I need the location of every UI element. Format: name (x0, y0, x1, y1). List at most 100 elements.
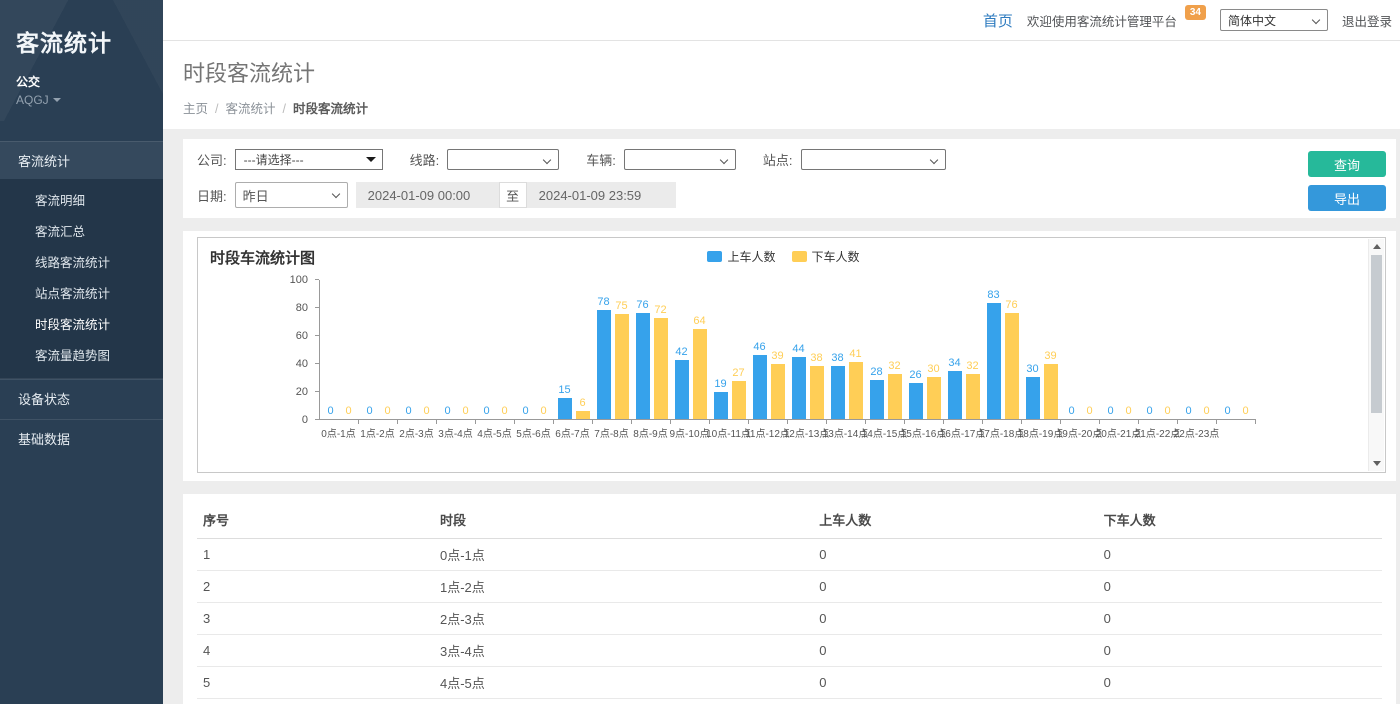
bar (792, 357, 806, 419)
bar (636, 313, 650, 419)
table-header-row: 序号时段上车人数下车人数 (197, 502, 1382, 539)
notification-badge[interactable]: 34 (1185, 5, 1206, 20)
filter-row-date: 日期: 昨日 2024-01-09 00:00 至 2024-01-09 23:… (197, 182, 1382, 208)
breadcrumb-home[interactable]: 主页 (183, 102, 208, 116)
table-header-0: 序号 (197, 502, 434, 539)
sidebar-section-passenger-stats[interactable]: 客流统计 (0, 141, 163, 179)
date-to-separator: 至 (499, 182, 527, 208)
bar-group-17: 8376 (983, 280, 1022, 419)
language-select[interactable]: 简体中文 (1220, 9, 1328, 31)
bar-group-1: 00 (359, 280, 398, 419)
station-select[interactable] (801, 149, 946, 170)
query-button[interactable]: 查询 (1308, 151, 1386, 177)
chevron-down-icon (331, 190, 339, 198)
filter-panel: 公司: ---请选择--- 线路: 车辆: (183, 139, 1396, 218)
user-menu[interactable]: AQGJ (16, 93, 147, 107)
chevron-down-icon (543, 155, 551, 163)
chart-box: 时段车流统计图 上车人数 下车人数 020406080100 (197, 237, 1386, 473)
bar-group-3: 00 (437, 280, 476, 419)
sidebar-subitem-4[interactable]: 时段客流统计 (0, 308, 163, 339)
date-range-select[interactable]: 昨日 (235, 182, 348, 208)
bar (831, 366, 845, 419)
chart-panel: 时段车流统计图 上车人数 下车人数 020406080100 (183, 231, 1396, 481)
sidebar: 客流统计 公交 AQGJ 客流统计 客流明细客流汇总线路客流统计站点客流统计时段… (0, 0, 163, 704)
logout-link[interactable]: 退出登录 (1342, 11, 1392, 30)
bar (732, 381, 746, 419)
data-table: 序号时段上车人数下车人数 10点-1点0021点-2点0032点-3点0043点… (197, 502, 1382, 704)
bar (870, 380, 884, 419)
chevron-down-icon (720, 155, 728, 163)
table-row: 21点-2点00 (197, 571, 1382, 603)
bar-group-4: 00 (476, 280, 515, 419)
bar (654, 318, 668, 419)
export-button[interactable]: 导出 (1308, 185, 1386, 211)
bar (597, 310, 611, 419)
bar (909, 383, 923, 419)
vehicle-select[interactable] (624, 149, 736, 170)
legend-swatch-blue (707, 251, 722, 262)
home-link[interactable]: 首页 (983, 10, 1013, 31)
scrollbar-down-arrow-icon[interactable] (1369, 456, 1384, 471)
company-select[interactable]: ---请选择--- (235, 149, 383, 170)
sidebar-section-device-status[interactable]: 设备状态 (0, 379, 163, 417)
table-header-1: 时段 (434, 502, 813, 539)
bar (615, 314, 629, 419)
user-name: AQGJ (16, 93, 49, 107)
company-select-value: ---请选择--- (244, 151, 304, 168)
data-table-panel: 序号时段上车人数下车人数 10点-1点0021点-2点0032点-3点0043点… (183, 494, 1396, 704)
bar (987, 303, 1001, 419)
bar-group-18: 3039 (1022, 280, 1061, 419)
sidebar-subitem-1[interactable]: 客流汇总 (0, 215, 163, 246)
chevron-down-icon (929, 155, 937, 163)
bar-group-21: 00 (1139, 280, 1178, 419)
legend-swatch-yellow (792, 251, 807, 262)
chart-x-axis: 0点-1点1点-2点2点-3点3点-4点4点-5点5点-6点6点-7点7点-8点… (319, 425, 1256, 440)
bar (693, 329, 707, 419)
chart-legend: 上车人数 下车人数 (198, 248, 1369, 265)
sidebar-subitem-2[interactable]: 线路客流统计 (0, 246, 163, 277)
line-select[interactable] (447, 149, 559, 170)
chart-bars: 0000000000001567875767242641927463944383… (319, 280, 1256, 420)
company-label: 公司: (197, 150, 227, 169)
language-select-value: 简体中文 (1228, 12, 1276, 29)
page-title: 时段客流统计 (183, 56, 1380, 88)
bar-group-12: 4438 (788, 280, 827, 419)
table-row: 10点-1点00 (197, 539, 1382, 571)
bar-group-0: 00 (320, 280, 359, 419)
welcome-text: 欢迎使用客流统计管理平台 (1027, 11, 1177, 30)
scrollbar-up-arrow-icon[interactable] (1369, 239, 1384, 254)
sidebar-menu: 客流统计 客流明细客流汇总线路客流统计站点客流统计时段客流统计客流量趋势图 设备… (0, 141, 163, 457)
sidebar-subitem-3[interactable]: 站点客流统计 (0, 277, 163, 308)
bar-group-23: 00 (1217, 280, 1256, 419)
vehicle-label: 车辆: (586, 150, 616, 169)
sidebar-subitem-5[interactable]: 客流量趋势图 (0, 339, 163, 370)
chart-header: 时段车流统计图 上车人数 下车人数 (198, 238, 1385, 268)
bar (810, 366, 824, 419)
date-from-input[interactable]: 2024-01-09 00:00 (356, 182, 499, 208)
legend-label-boarding: 上车人数 (727, 248, 775, 265)
scrollbar-thumb[interactable] (1371, 255, 1382, 413)
table-row: 54点-5点00 (197, 667, 1382, 699)
bar (753, 355, 767, 419)
breadcrumb-section[interactable]: 客流统计 (226, 102, 276, 116)
breadcrumb: 主页/客流统计/时段客流统计 (183, 98, 1380, 117)
sidebar-section-base-data[interactable]: 基础数据 (0, 419, 163, 457)
app-title: 客流统计 (16, 24, 147, 58)
sidebar-submenu: 客流明细客流汇总线路客流统计站点客流统计时段客流统计客流量趋势图 (0, 179, 163, 379)
sidebar-subitem-0[interactable]: 客流明细 (0, 184, 163, 215)
top-navbar: 首页 欢迎使用客流统计管理平台 34 简体中文 退出登录 (163, 0, 1400, 41)
bar-group-13: 3841 (827, 280, 866, 419)
sidebar-brand: 客流统计 公交 AQGJ (0, 0, 163, 121)
legend-item-boarding[interactable]: 上车人数 (707, 248, 775, 265)
date-to-input[interactable]: 2024-01-09 23:59 (527, 182, 676, 208)
chart-plot-area: 020406080100 000000000000156787576724264… (319, 280, 1256, 440)
bar-group-9: 4264 (671, 280, 710, 419)
bar-group-19: 00 (1061, 280, 1100, 419)
chart-scrollbar[interactable] (1368, 239, 1384, 471)
date-label: 日期: (197, 186, 227, 205)
station-label: 站点: (763, 150, 793, 169)
date-range-select-value: 昨日 (243, 186, 269, 205)
chart-y-axis: 020406080100 (198, 280, 319, 420)
filter-row-selects: 公司: ---请选择--- 线路: 车辆: (197, 149, 1382, 170)
legend-item-alighting[interactable]: 下车人数 (792, 248, 860, 265)
